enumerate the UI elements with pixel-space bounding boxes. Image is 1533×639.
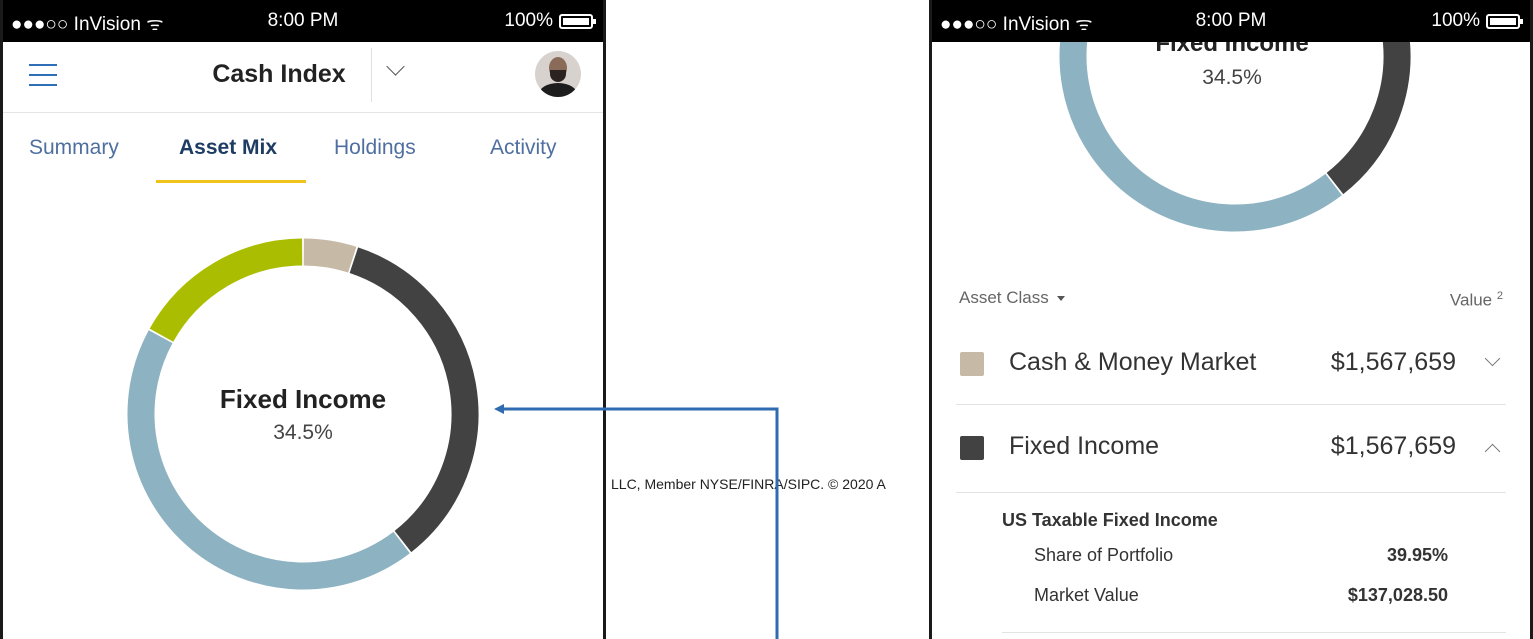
value-footnote-marker: 2 (1496, 290, 1503, 302)
asset-row-value: $1,567,659 (1330, 432, 1456, 460)
donut-slice-cash-money-market[interactable] (303, 238, 357, 273)
sub-category-title: US Taxable Fixed Income (1002, 510, 1218, 530)
donut-slice-other[interactable] (127, 330, 410, 590)
detail-label: Market Value (1034, 585, 1139, 605)
donut-center-label: Fixed Income (219, 384, 387, 414)
battery-icon (1486, 13, 1523, 29)
detail-label: Share of Portfolio (1034, 545, 1174, 565)
donut-slice-equity[interactable] (149, 238, 303, 342)
sort-caret-icon (1056, 296, 1065, 302)
row-divider (956, 404, 1506, 405)
asset-row-name: Fixed Income (1009, 432, 1160, 460)
phone-screen-asset-detail: Fixed Income 34.5% ●●●○○ InVision ᯤ 8:00… (929, 0, 1533, 639)
asset-row-fixed-income[interactable]: Fixed Income $1,567,659 (956, 406, 1506, 492)
row-divider (956, 492, 1506, 493)
battery-status: 100% (1431, 10, 1523, 32)
value-header: Value 2 (1450, 290, 1503, 311)
disclosure-fragment-text: LLC, Member NYSE/FINRA/SIPC. © 2020 A (611, 476, 886, 492)
donut-center-text: Fixed Income 34.5% (153, 384, 453, 445)
asset-row-name: Cash & Money Market (1009, 348, 1257, 376)
asset-class-sort[interactable]: Asset Class (959, 288, 1065, 308)
donut-center-value-scrolled: 34.5% (1202, 66, 1262, 89)
fixed-income-color-swatch (960, 436, 984, 460)
battery-percent: 100% (1431, 10, 1480, 31)
detail-value: 39.95% (1386, 545, 1448, 565)
asset-class-header-label: Asset Class (959, 288, 1049, 307)
cash-color-swatch (960, 352, 984, 376)
asset-mix-donut-chart[interactable] (3, 0, 603, 639)
status-bar: ●●●○○ InVision ᯤ 8:00 PM 100% (932, 0, 1530, 42)
donut-center-value: 34.5% (273, 421, 333, 444)
phone-screen-asset-mix: ●●●○○ InVision ᯤ 8:00 PM 100% Cash Index… (0, 0, 606, 639)
detail-row-share: Share of Portfolio 39.95% (1002, 545, 1448, 585)
asset-row-cash-money-market[interactable]: Cash & Money Market $1,567,659 (956, 322, 1506, 408)
detail-value: $137,028.50 (1347, 585, 1448, 605)
chevron-up-icon (1484, 443, 1501, 460)
row-divider (1002, 632, 1506, 633)
chevron-down-icon (1484, 350, 1501, 367)
detail-row-market-value: Market Value $137,028.50 (1002, 585, 1448, 625)
asset-row-value: $1,567,659 (1330, 348, 1456, 376)
fixed-income-detail: US Taxable Fixed Income Share of Portfol… (1002, 510, 1448, 625)
value-header-label: Value (1449, 290, 1493, 310)
